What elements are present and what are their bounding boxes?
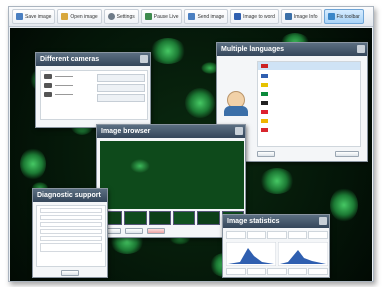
save-image-button[interactable]: Save image bbox=[12, 9, 56, 24]
cell bbox=[260, 168, 294, 194]
send-icon bbox=[188, 13, 196, 20]
fix-toolbar-button[interactable]: Fix toolbar bbox=[323, 9, 364, 24]
camera-icon bbox=[44, 83, 52, 88]
folder-icon bbox=[61, 13, 69, 20]
flag-icon bbox=[261, 74, 268, 78]
settings-button[interactable]: Settings bbox=[103, 9, 139, 24]
camera-list[interactable] bbox=[40, 70, 148, 120]
diagnostic-window-title: Diagnostic support bbox=[33, 189, 107, 202]
pause-live-button[interactable]: Pause Live bbox=[140, 9, 183, 24]
browser-button[interactable] bbox=[125, 228, 143, 234]
language-list[interactable] bbox=[257, 61, 361, 147]
form-field[interactable] bbox=[40, 236, 102, 241]
browser-preview-image[interactable] bbox=[100, 141, 244, 209]
languages-window-title: Multiple languages bbox=[217, 43, 367, 56]
image-info-label: Image Info bbox=[293, 13, 318, 20]
pause-live-label: Pause Live bbox=[153, 13, 179, 20]
close-icon[interactable] bbox=[319, 217, 327, 225]
diagnostic-form[interactable] bbox=[36, 205, 106, 267]
flag-icon bbox=[261, 83, 268, 87]
image-statistics-title: Image statistics bbox=[223, 215, 329, 228]
send-image-label: Send image bbox=[197, 13, 225, 20]
form-field[interactable] bbox=[40, 222, 102, 227]
image-to-word-label: Image to word bbox=[243, 13, 275, 20]
settings-label: Settings bbox=[116, 13, 135, 20]
cancel-button[interactable] bbox=[335, 151, 359, 157]
cell bbox=[150, 38, 186, 64]
thumbnail[interactable] bbox=[172, 211, 196, 225]
image-browser-title: Image browser bbox=[97, 125, 245, 138]
pause-icon bbox=[144, 13, 152, 20]
close-icon[interactable] bbox=[357, 45, 365, 53]
open-image-label: Open image bbox=[70, 13, 98, 20]
send-button[interactable] bbox=[61, 270, 79, 276]
toolbar: Save image Open image Settings Pause Liv… bbox=[9, 7, 373, 27]
histogram-chart bbox=[278, 242, 328, 266]
delete-button[interactable] bbox=[147, 228, 165, 234]
gear-icon bbox=[107, 13, 115, 20]
cameras-window[interactable]: Different cameras bbox=[35, 52, 151, 128]
image-statistics-window[interactable]: Image statistics bbox=[222, 214, 330, 278]
close-icon[interactable] bbox=[140, 55, 148, 63]
form-field[interactable] bbox=[40, 208, 102, 213]
user-body-icon bbox=[224, 106, 248, 116]
word-icon bbox=[234, 13, 242, 20]
ok-button[interactable] bbox=[257, 151, 275, 157]
cell bbox=[20, 148, 46, 180]
flag-icon bbox=[261, 64, 268, 68]
cell bbox=[185, 88, 215, 118]
send-image-button[interactable]: Send image bbox=[184, 9, 229, 24]
flag-icon bbox=[261, 101, 268, 105]
flag-icon bbox=[261, 119, 268, 123]
flag-icon bbox=[261, 128, 268, 132]
form-field[interactable] bbox=[40, 229, 102, 234]
app-window: Save image Open image Settings Pause Liv… bbox=[8, 6, 374, 282]
image-info-button[interactable]: Image Info bbox=[280, 9, 322, 24]
fix-toolbar-label: Fix toolbar bbox=[336, 13, 360, 20]
flag-icon bbox=[261, 110, 268, 114]
image-to-word-button[interactable]: Image to word bbox=[230, 9, 279, 24]
flag-icon bbox=[261, 92, 268, 96]
close-icon[interactable] bbox=[235, 127, 243, 135]
cell bbox=[330, 188, 358, 222]
diagnostic-window[interactable]: Diagnostic support bbox=[32, 188, 108, 278]
thumbnail[interactable] bbox=[197, 211, 220, 225]
form-field[interactable] bbox=[40, 243, 102, 252]
save-image-label: Save image bbox=[25, 13, 52, 20]
pin-icon bbox=[327, 13, 335, 20]
microscope-image-viewer[interactable]: Different cameras Multiple languages Ima… bbox=[10, 28, 372, 281]
info-icon bbox=[284, 13, 292, 20]
open-image-button[interactable]: Open image bbox=[57, 9, 102, 24]
form-field[interactable] bbox=[40, 215, 102, 220]
cameras-window-title: Different cameras bbox=[36, 53, 150, 66]
camera-icon bbox=[44, 74, 52, 79]
histogram-chart bbox=[226, 242, 276, 266]
save-icon bbox=[16, 13, 23, 20]
stats-values bbox=[226, 268, 328, 275]
screenshot-frame: Save image Open image Settings Pause Liv… bbox=[0, 0, 384, 287]
thumbnail[interactable] bbox=[148, 211, 171, 225]
stats-table bbox=[226, 231, 328, 239]
camera-icon bbox=[44, 92, 52, 97]
thumbnail[interactable] bbox=[124, 211, 147, 225]
